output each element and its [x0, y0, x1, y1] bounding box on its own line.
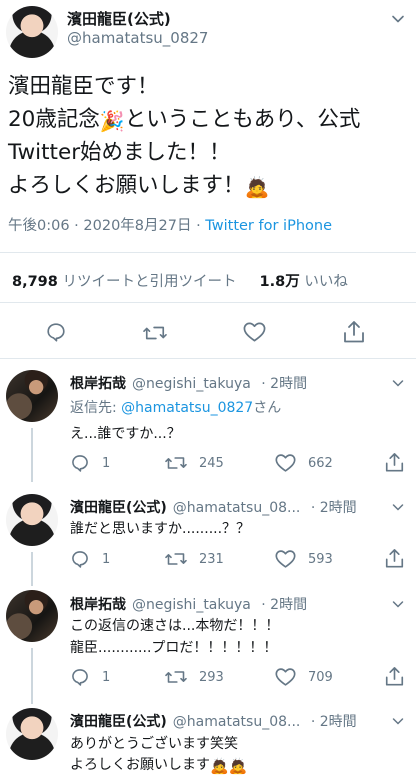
- reply-time[interactable]: · 2時間: [311, 500, 357, 516]
- reply-count: 1: [102, 551, 111, 567]
- tweet-body: 濱田龍臣です！ 20歳記念🎉ということもあり、公式 Twitter始めました！！…: [8, 70, 412, 202]
- reply-icon[interactable]: [70, 549, 90, 569]
- reply-author[interactable]: 根岸拓哉: [70, 376, 126, 392]
- reply-header: 濱田龍臣(公式) @hamatatsu_08... · 2時間: [70, 497, 357, 517]
- reply-header: 根岸拓哉 @negishi_takuya · 2時間: [70, 373, 307, 393]
- reply-text: ありがとうございます笑笑: [70, 736, 238, 752]
- like-count: 709: [308, 669, 333, 685]
- reply-handle[interactable]: @negishi_takuya: [132, 597, 251, 613]
- reply-avatar[interactable]: [6, 370, 58, 422]
- reply-count: 1: [102, 669, 111, 685]
- like-icon[interactable]: [275, 667, 296, 687]
- reply-time[interactable]: · 2時間: [261, 597, 307, 613]
- divider: [0, 302, 416, 303]
- reply-avatar[interactable]: [6, 590, 58, 642]
- tweet-timestamp[interactable]: 午後0:06 · 2020年8月27日 ·: [8, 218, 205, 234]
- reply-handle[interactable]: @hamatatsu_08...: [173, 500, 301, 516]
- tweet-line: Twitter始めました！！: [8, 140, 231, 165]
- reply-header: 根岸拓哉 @negishi_takuya · 2時間: [70, 594, 307, 614]
- like-icon[interactable]: [275, 549, 296, 569]
- reply-icon[interactable]: [70, 453, 90, 473]
- author-name[interactable]: 濱田龍臣(公式): [67, 8, 171, 29]
- like-count[interactable]: 1.8万: [260, 274, 300, 290]
- retweet-count: 245: [199, 455, 224, 471]
- reply-handle[interactable]: @hamatatsu_08...: [173, 714, 301, 730]
- retweet-icon[interactable]: [143, 322, 167, 344]
- like-label[interactable]: いいね: [304, 274, 348, 290]
- bowing-person-emoji: 🙇: [244, 175, 270, 199]
- reply-action[interactable]: 1: [70, 667, 110, 687]
- like-count: 593: [308, 551, 333, 567]
- bowing-person-emoji: 🙇🙇: [210, 757, 248, 775]
- share-icon[interactable]: [385, 452, 404, 473]
- like-count: 662: [308, 455, 333, 471]
- reply-to: 返信先: @hamatatsu_0827さん: [70, 397, 400, 419]
- retweet-count[interactable]: 8,798: [12, 274, 58, 290]
- tweet-meta: 午後0:06 · 2020年8月27日 · Twitter for iPhone: [8, 214, 332, 235]
- reply-handle[interactable]: @negishi_takuya: [132, 376, 251, 392]
- tweet-client-link[interactable]: Twitter for iPhone: [205, 218, 332, 234]
- reply-text: 龍臣............プロだ！！！！！！: [70, 640, 278, 656]
- reply-text-line: よろしくお願いします🙇🙇: [70, 754, 400, 776]
- tweet-line: 濱田龍臣です！: [8, 74, 159, 99]
- retweet-count: 231: [199, 551, 224, 567]
- reply-text: この返信の速さは...本物だ！！！: [70, 618, 280, 634]
- like-icon[interactable]: [275, 453, 296, 473]
- reply-to-handle[interactable]: @hamatatsu_0827: [121, 400, 253, 416]
- reply-author[interactable]: 濱田龍臣(公式): [70, 500, 167, 516]
- chevron-down-icon[interactable]: [392, 598, 404, 610]
- reply-text: 誰だと思いますか.........？？: [70, 521, 251, 537]
- like-icon[interactable]: [243, 321, 266, 343]
- reply-header: 濱田龍臣(公式) @hamatatsu_08... · 2時間: [70, 711, 357, 731]
- reply-count: 1: [102, 455, 111, 471]
- like-action[interactable]: 662: [275, 453, 333, 473]
- party-popper-emoji: 🎉: [99, 109, 125, 133]
- chevron-down-icon[interactable]: [392, 501, 404, 513]
- tweet-line: よろしくお願いします！🙇: [8, 169, 412, 202]
- tweet-stats: 8,798 リツイートと引用ツイート 1.8万 いいね: [12, 270, 348, 291]
- tweet-text: よろしくお願いします！: [8, 173, 245, 198]
- reply-to-prefix: 返信先:: [70, 400, 122, 416]
- tweet-text: 20歳記念: [8, 107, 100, 132]
- author-avatar[interactable]: [6, 6, 58, 58]
- retweet-label[interactable]: リツイートと引用ツイート: [62, 274, 236, 290]
- reply-to-suffix: さん: [253, 400, 282, 416]
- chevron-down-icon[interactable]: [392, 715, 404, 727]
- retweet-action[interactable]: 293: [165, 667, 224, 687]
- retweet-action[interactable]: 231: [165, 549, 224, 569]
- reply-action[interactable]: 1: [70, 549, 110, 569]
- reply-action[interactable]: 1: [70, 453, 110, 473]
- retweet-icon[interactable]: [165, 453, 187, 473]
- reply-author[interactable]: 根岸拓哉: [70, 597, 126, 613]
- share-icon[interactable]: [385, 666, 404, 687]
- reply-icon[interactable]: [70, 667, 90, 687]
- share-icon[interactable]: [343, 320, 365, 344]
- reply-icon[interactable]: [45, 321, 67, 343]
- retweet-count: 293: [199, 669, 224, 685]
- author-handle[interactable]: @hamatatsu_0827: [67, 29, 208, 47]
- reply-author[interactable]: 濱田龍臣(公式): [70, 714, 167, 730]
- like-action[interactable]: 593: [275, 549, 333, 569]
- reply-time[interactable]: · 2時間: [261, 376, 307, 392]
- retweet-icon[interactable]: [165, 549, 187, 569]
- reply-avatar[interactable]: [6, 708, 58, 760]
- share-icon[interactable]: [385, 548, 404, 569]
- tweet-text: ということもあり、公式: [124, 107, 361, 132]
- reply-text: よろしくお願いします: [70, 757, 210, 773]
- tweet-line: 20歳記念🎉ということもあり、公式: [8, 103, 412, 136]
- thread-line: [31, 552, 33, 586]
- thread-line: [31, 428, 33, 482]
- chevron-down-icon[interactable]: [392, 377, 404, 389]
- reply-text: え...誰ですか...？: [70, 426, 181, 442]
- chevron-down-icon[interactable]: [391, 12, 405, 26]
- thread-line: [31, 648, 33, 704]
- retweet-action[interactable]: 245: [165, 453, 224, 473]
- divider: [0, 252, 416, 253]
- retweet-icon[interactable]: [165, 667, 187, 687]
- reply-avatar[interactable]: [6, 494, 58, 546]
- reply-time[interactable]: · 2時間: [311, 714, 357, 730]
- divider: [0, 358, 416, 359]
- like-action[interactable]: 709: [275, 667, 333, 687]
